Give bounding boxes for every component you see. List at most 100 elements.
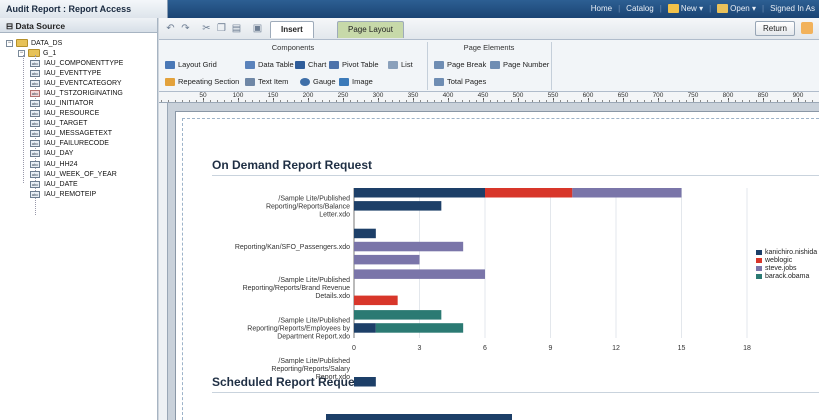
layout-grid-button[interactable]: Layout Grid bbox=[165, 60, 217, 69]
tree-field-label: IAU_WEEK_OF_YEAR bbox=[44, 170, 117, 178]
components-group-title: Components bbox=[271, 43, 315, 52]
tree-field-label: IAU_TSTZORIGINATING bbox=[44, 89, 123, 97]
undo-icon[interactable]: ↶ bbox=[165, 23, 176, 34]
legend-item: weblogic bbox=[756, 256, 817, 264]
list-icon bbox=[388, 60, 398, 69]
tab-page-layout[interactable]: Page Layout bbox=[337, 21, 404, 38]
tree-field[interactable]: abc IAU_EVENTTYPE bbox=[30, 68, 101, 78]
tree-root[interactable]: − DATA_DS bbox=[6, 38, 62, 48]
chart-legend: kanichiro.nishida weblogic steve.jobs barac… bbox=[756, 248, 817, 280]
text-item-button[interactable]: Text Item bbox=[245, 77, 288, 86]
tree-field-label: IAU_INITIATOR bbox=[44, 99, 94, 107]
nav-signed-in[interactable]: Signed In As bbox=[770, 4, 815, 13]
bar bbox=[485, 188, 573, 198]
legend-swatch bbox=[756, 249, 762, 255]
x-tick-label: 6 bbox=[483, 345, 487, 352]
redo-icon[interactable]: ↷ bbox=[180, 23, 191, 34]
editor-toolbar: ↶ ↷ ✂ ❐ ▤ ▣ ▾ Insert Page Layout Return bbox=[159, 18, 819, 40]
bar bbox=[354, 323, 376, 333]
data-source-header[interactable]: ⊟ Data Source bbox=[0, 18, 157, 33]
tree-field-label: IAU_RESOURCE bbox=[44, 110, 100, 117]
return-button[interactable]: Return bbox=[755, 21, 795, 36]
gauge-button[interactable]: Gauge bbox=[300, 77, 336, 86]
x-tick-label: 18 bbox=[743, 345, 751, 352]
field-icon: abc bbox=[30, 140, 40, 148]
tree-field[interactable]: abc IAU_DAY bbox=[30, 149, 73, 159]
category-label: Reporting/Reports/Balance bbox=[266, 203, 350, 210]
x-tick-label: 12 bbox=[612, 345, 620, 352]
tree-field[interactable]: abc IAU_DATE bbox=[30, 179, 78, 189]
paste-icon[interactable]: ▤ bbox=[231, 23, 242, 34]
category-label: Report.xdo bbox=[316, 374, 350, 381]
bar bbox=[572, 188, 682, 198]
bar bbox=[375, 323, 464, 333]
tree-field[interactable]: abc IAU_WEEK_OF_YEAR bbox=[30, 169, 117, 179]
repeating-section-button[interactable]: Repeating Section bbox=[165, 77, 239, 86]
report-page[interactable]: On Demand Report Request Scheduled Repor… bbox=[175, 111, 819, 420]
nav-catalog[interactable]: Catalog bbox=[626, 4, 654, 13]
legend-item: kanichiro.nishida bbox=[756, 248, 817, 256]
nav-new[interactable]: New ▾ bbox=[667, 4, 703, 14]
legend-label: steve.jobs bbox=[765, 264, 797, 272]
help-icon[interactable] bbox=[801, 22, 813, 34]
bar bbox=[354, 201, 442, 211]
nav-open[interactable]: Open ▾ bbox=[717, 4, 756, 14]
category-label: Letter.xdo bbox=[319, 211, 350, 218]
field-icon: abc bbox=[30, 110, 40, 117]
x-tick-label: 9 bbox=[549, 345, 553, 352]
tree-field[interactable]: abc IAU_RESOURCE bbox=[30, 109, 99, 119]
data-source-pane: ⊟ Data Source − DATA_DS − G_1 abc IAU_COM… bbox=[0, 18, 158, 420]
tree-field[interactable]: abc IAU_TARGET bbox=[30, 119, 87, 129]
field-icon: abc bbox=[30, 160, 40, 168]
chart-button[interactable]: Chart bbox=[295, 60, 326, 69]
data-table-button[interactable]: Data Table bbox=[245, 60, 294, 69]
table-icon bbox=[245, 60, 255, 69]
bar bbox=[326, 414, 512, 420]
folder-icon bbox=[28, 49, 40, 57]
legend-swatch bbox=[756, 257, 762, 263]
bar bbox=[354, 254, 420, 265]
total-pages-button[interactable]: Total Pages bbox=[434, 77, 486, 86]
category-label: Reporting/Kan/SFO_Passengers.xdo bbox=[235, 244, 350, 251]
field-icon: abc bbox=[30, 130, 40, 138]
legend-label: barack.obama bbox=[765, 272, 810, 280]
tree-field[interactable]: abc IAU_EVENTCATEGORY bbox=[30, 78, 122, 88]
tab-insert[interactable]: Insert bbox=[270, 21, 314, 38]
legend-item: steve.jobs bbox=[756, 264, 817, 272]
tree-field[interactable]: abc IAU_REMOTEIP bbox=[30, 189, 96, 199]
tree-field[interactable]: abc IAU_MESSAGETEXT bbox=[30, 129, 112, 139]
tree-field-label: IAU_COMPONENTTYPE bbox=[44, 59, 124, 67]
tree-field[interactable]: abc IAU_INITIATOR bbox=[30, 98, 94, 108]
page-elements-group-title: Page Elements bbox=[463, 43, 515, 52]
copy-icon[interactable]: ❐ bbox=[216, 23, 227, 34]
field-icon: abc bbox=[30, 99, 40, 107]
legend-swatch bbox=[756, 273, 762, 279]
folder-icon bbox=[16, 39, 28, 47]
page-break-button[interactable]: Page Break bbox=[434, 60, 486, 69]
cut-icon[interactable]: ✂ bbox=[201, 23, 212, 34]
tree-field-label: IAU_MESSAGETEXT bbox=[44, 130, 113, 138]
field-icon: abc bbox=[30, 150, 40, 158]
tree-field[interactable]: abc IAU_TSTZORIGINATING bbox=[30, 88, 123, 98]
bar bbox=[354, 295, 398, 306]
page-number-button[interactable]: Page Number bbox=[490, 60, 549, 69]
app-title-tab[interactable]: Audit Report : Report Access bbox=[0, 0, 168, 18]
x-tick-label: 3 bbox=[418, 345, 422, 352]
collapse-icon[interactable]: − bbox=[6, 39, 13, 47]
layout-canvas[interactable]: On Demand Report Request Scheduled Repor… bbox=[159, 103, 819, 420]
save-icon[interactable]: ▣ bbox=[252, 23, 263, 34]
tree-field[interactable]: abc IAU_COMPONENTTYPE bbox=[30, 58, 123, 68]
field-icon: abc bbox=[30, 190, 40, 198]
category-label: /Sample Lite/Published bbox=[278, 358, 350, 365]
app-title: Audit Report : Report Access bbox=[6, 4, 132, 14]
list-button[interactable]: List bbox=[388, 60, 413, 69]
on-demand-bar-chart[interactable]: 0 3 6 9 12 15 18/Sample Lite/PublishedReportin… bbox=[176, 112, 819, 420]
pivot-table-button[interactable]: Pivot Table bbox=[329, 60, 379, 69]
tree-field[interactable]: abc IAU_FAILURECODE bbox=[30, 139, 109, 149]
repeat-icon bbox=[165, 77, 175, 86]
image-button[interactable]: Image bbox=[339, 77, 373, 86]
tree-field[interactable]: abc IAU_HH24 bbox=[30, 159, 77, 169]
nav-home[interactable]: Home bbox=[591, 4, 612, 13]
field-icon: abc bbox=[30, 120, 40, 128]
field-icon: abc bbox=[30, 79, 40, 87]
